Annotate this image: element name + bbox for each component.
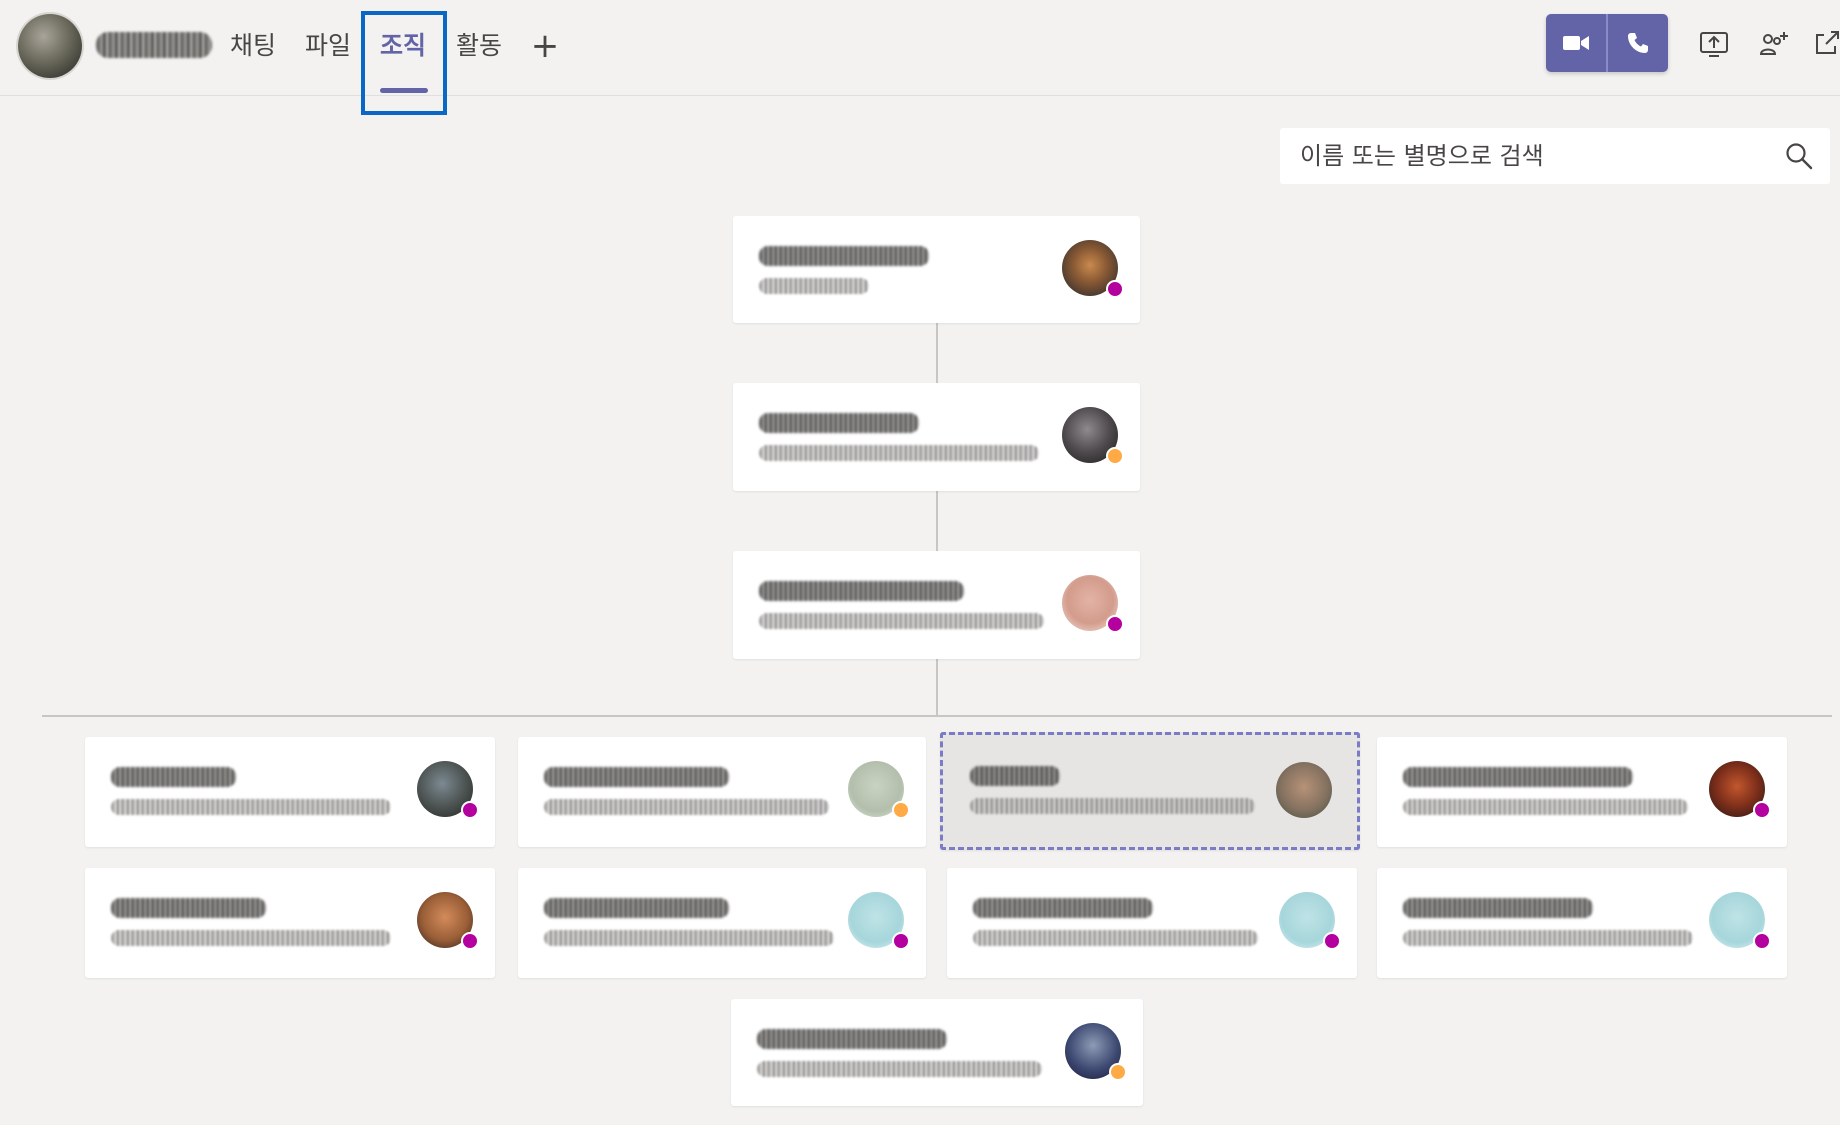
add-people-button[interactable] bbox=[1754, 24, 1794, 64]
person-name bbox=[757, 1029, 947, 1049]
share-screen-icon bbox=[1700, 32, 1728, 57]
person-title bbox=[759, 445, 1039, 461]
person-name bbox=[1403, 898, 1593, 918]
org-card-manager-2[interactable] bbox=[733, 383, 1140, 491]
org-card-manager-3[interactable] bbox=[733, 551, 1140, 659]
person-name bbox=[759, 246, 929, 266]
person-name bbox=[544, 898, 729, 918]
org-connector bbox=[42, 715, 1832, 717]
add-tab-button[interactable]: + bbox=[530, 26, 560, 66]
person-title bbox=[544, 799, 829, 815]
presence-out-of-office-icon bbox=[1753, 801, 1771, 819]
person-title bbox=[973, 930, 1258, 946]
share-screen-button[interactable] bbox=[1694, 24, 1734, 64]
person-title bbox=[544, 930, 834, 946]
org-search-box bbox=[1280, 128, 1830, 184]
call-button-group bbox=[1546, 14, 1668, 72]
person-name bbox=[111, 898, 266, 918]
org-card-peer[interactable] bbox=[947, 868, 1357, 978]
video-call-button[interactable] bbox=[1546, 14, 1606, 72]
contact-avatar[interactable] bbox=[18, 14, 82, 78]
presence-out-of-office-icon bbox=[1106, 615, 1124, 633]
search-icon[interactable] bbox=[1784, 141, 1814, 171]
person-title bbox=[111, 799, 391, 815]
presence-out-of-office-icon bbox=[461, 801, 479, 819]
presence-away-icon bbox=[1106, 447, 1124, 465]
person-title bbox=[1403, 799, 1688, 815]
presence-away-icon bbox=[1109, 1063, 1127, 1081]
person-title bbox=[759, 613, 1044, 629]
org-card-manager-1[interactable] bbox=[733, 216, 1140, 323]
person-name bbox=[111, 767, 236, 787]
org-card-peer[interactable] bbox=[518, 868, 926, 978]
org-card-peer[interactable] bbox=[518, 737, 926, 847]
tab-files[interactable]: 파일 bbox=[305, 24, 351, 68]
phone-icon bbox=[1628, 33, 1648, 53]
presence-out-of-office-icon bbox=[1323, 932, 1341, 950]
person-name bbox=[544, 767, 729, 787]
org-connector bbox=[936, 491, 938, 551]
org-connector bbox=[936, 659, 938, 715]
pop-out-button[interactable] bbox=[1812, 24, 1840, 64]
person-name bbox=[970, 766, 1060, 786]
org-card-peer[interactable] bbox=[85, 737, 495, 847]
tab-activity[interactable]: 활동 bbox=[456, 24, 502, 68]
chat-header: 채팅 파일 조직 활동 + bbox=[0, 0, 1840, 115]
org-search-input[interactable] bbox=[1300, 128, 1760, 184]
tab-chat[interactable]: 채팅 bbox=[230, 24, 276, 68]
org-card-peer[interactable] bbox=[1377, 737, 1787, 847]
presence-away-icon bbox=[892, 801, 910, 819]
person-name bbox=[1403, 767, 1633, 787]
presence-out-of-office-icon bbox=[461, 932, 479, 950]
person-title bbox=[970, 798, 1255, 814]
org-connector bbox=[936, 323, 938, 383]
avatar bbox=[1276, 762, 1332, 818]
person-name bbox=[759, 581, 964, 601]
org-card-direct-report[interactable] bbox=[731, 999, 1143, 1106]
presence-out-of-office-icon bbox=[892, 932, 910, 950]
presence-out-of-office-icon bbox=[1753, 932, 1771, 950]
video-camera-icon bbox=[1563, 36, 1589, 50]
person-title bbox=[757, 1061, 1042, 1077]
presence-out-of-office-icon bbox=[1106, 280, 1124, 298]
person-name bbox=[973, 898, 1153, 918]
person-title bbox=[1403, 930, 1693, 946]
org-card-peer[interactable] bbox=[85, 868, 495, 978]
person-title bbox=[759, 278, 869, 294]
org-card-selected-person[interactable] bbox=[940, 732, 1360, 850]
keyboard-focus-ring bbox=[361, 11, 447, 115]
add-people-icon bbox=[1759, 32, 1788, 55]
audio-call-button[interactable] bbox=[1606, 14, 1668, 72]
pop-out-icon bbox=[1816, 31, 1839, 54]
contact-name[interactable] bbox=[96, 32, 212, 58]
person-title bbox=[111, 930, 391, 946]
org-card-peer[interactable] bbox=[1377, 868, 1787, 978]
person-name bbox=[759, 413, 919, 433]
